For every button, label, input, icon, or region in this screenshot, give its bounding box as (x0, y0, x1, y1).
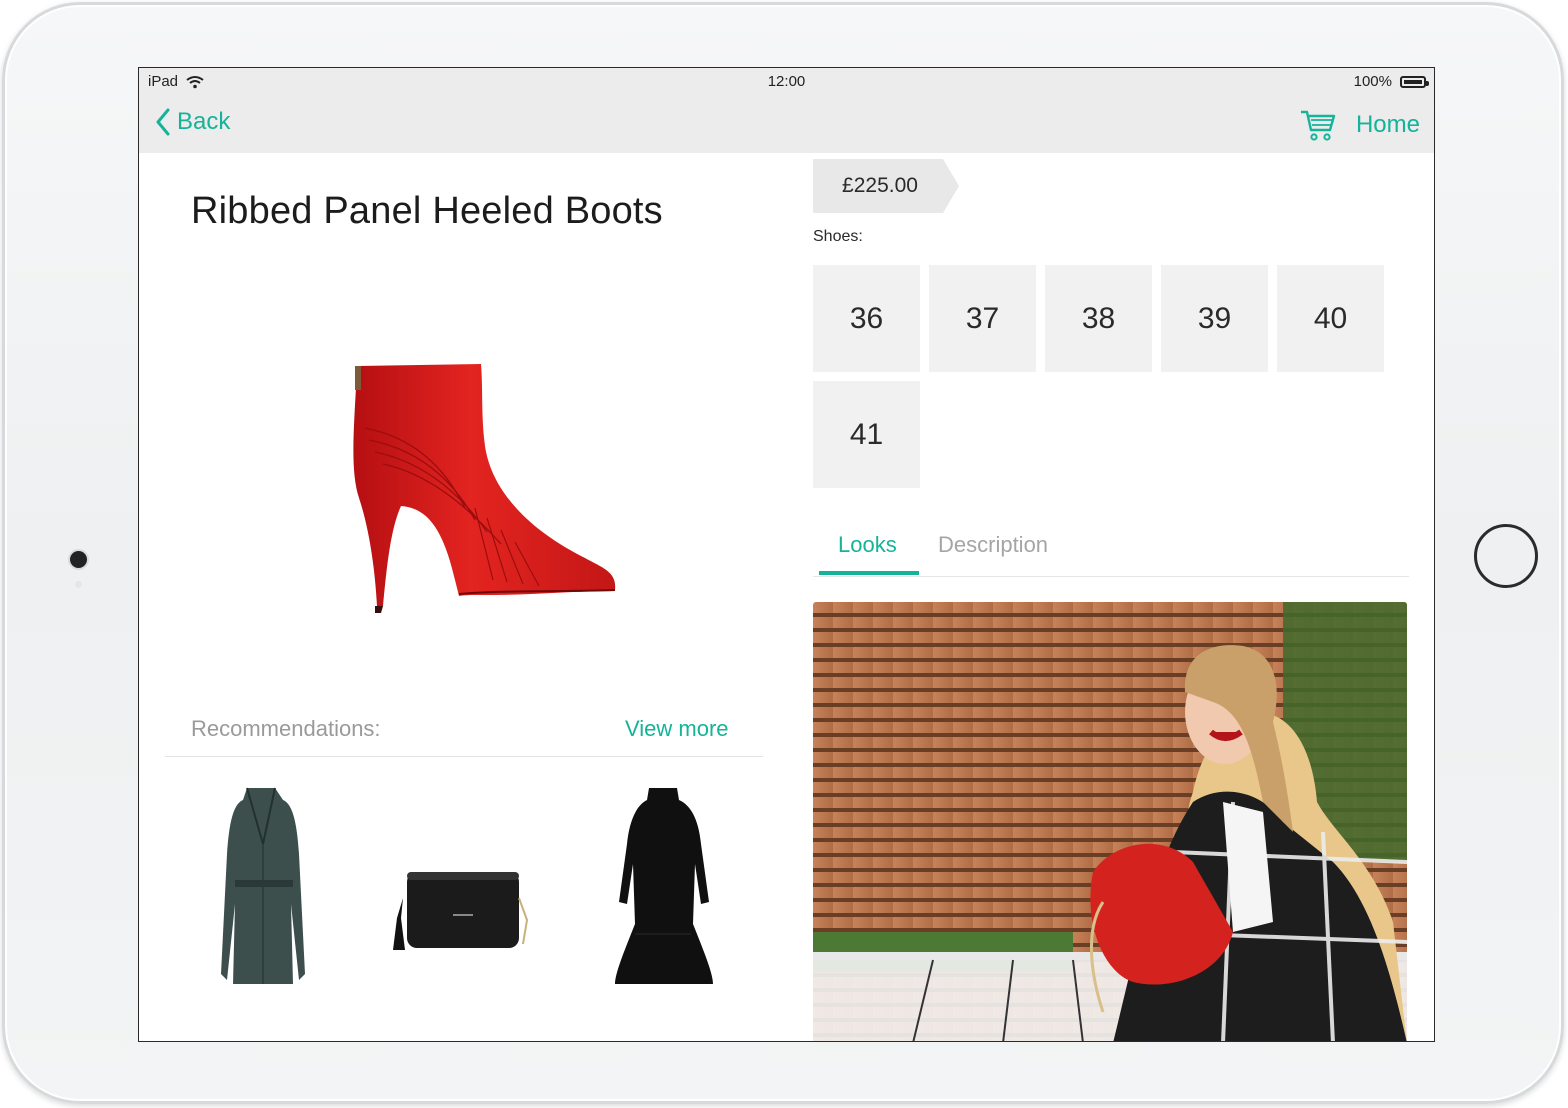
recommendations-divider (165, 756, 763, 757)
home-link[interactable]: Home (1356, 111, 1420, 139)
size-option-38[interactable]: 38 (1045, 265, 1152, 372)
view-more-link[interactable]: View more (625, 716, 729, 742)
app-screen: 12:00 iPad 100% Back Home Ribbed Panel H… (138, 67, 1435, 1042)
chevron-left-icon (156, 108, 170, 136)
size-option-41[interactable]: 41 (813, 381, 920, 488)
recommendation-coat[interactable] (217, 784, 309, 990)
status-device-label: iPad (148, 73, 179, 90)
recommendation-handbag[interactable] (385, 858, 535, 954)
wifi-icon (186, 75, 204, 88)
active-tab-indicator (819, 571, 919, 575)
look-photo[interactable] (813, 602, 1407, 1042)
tab-description[interactable]: Description (938, 532, 1048, 558)
back-label: Back (177, 108, 231, 135)
recommendations-label: Recommendations: (191, 716, 381, 741)
size-option-36[interactable]: 36 (813, 265, 920, 372)
size-category-label: Shoes: (813, 228, 863, 245)
detail-tabs: Looks Description (813, 520, 1409, 577)
status-carrier: iPad (148, 73, 204, 90)
recommendation-dress[interactable] (611, 784, 715, 990)
back-button[interactable]: Back (155, 108, 230, 136)
product-title: Ribbed Panel Heeled Boots (191, 190, 663, 232)
size-option-39[interactable]: 39 (1161, 265, 1268, 372)
navigation-bar: 12:00 iPad 100% Back Home (139, 68, 1434, 153)
size-option-37[interactable]: 37 (929, 265, 1036, 372)
battery-icon (1400, 75, 1429, 88)
size-option-40[interactable]: 40 (1277, 265, 1384, 372)
hardware-home-button[interactable] (1474, 524, 1538, 588)
status-time: 12:00 (767, 73, 806, 90)
light-sensor (75, 581, 82, 588)
tab-looks[interactable]: Looks (838, 532, 897, 558)
product-image-boot[interactable] (335, 358, 625, 618)
status-battery: 100% (1353, 73, 1429, 90)
front-camera (70, 551, 87, 568)
battery-percentage: 100% (1353, 73, 1392, 90)
shopping-cart-icon[interactable] (1300, 108, 1336, 142)
product-price: £225.00 (842, 174, 918, 197)
nav-actions: Home (1300, 108, 1420, 142)
